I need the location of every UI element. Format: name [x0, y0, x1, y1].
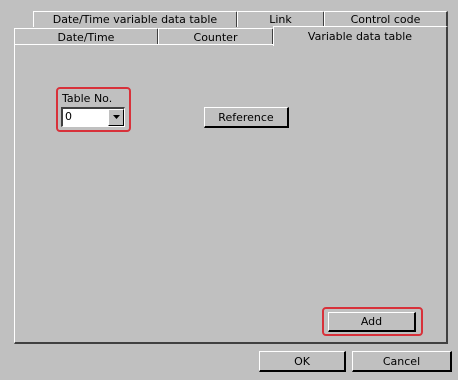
tab-label: Control code	[350, 13, 421, 26]
tab-label: Variable data table	[307, 30, 413, 43]
tab-label: Date/Time variable data table	[52, 13, 218, 26]
tab-date-time-variable-data-table[interactable]: Date/Time variable data table	[33, 11, 238, 27]
tab-counter[interactable]: Counter	[158, 28, 274, 45]
table-no-value: 0	[65, 110, 72, 123]
tab-link[interactable]: Link	[237, 11, 325, 27]
chevron-down-icon	[113, 115, 120, 119]
tab-label: Counter	[193, 30, 238, 44]
panel-divider	[14, 44, 273, 45]
cancel-button[interactable]: Cancel	[352, 351, 452, 372]
tab-control-code[interactable]: Control code	[324, 11, 448, 27]
tab-label: Date/Time	[57, 30, 115, 44]
chevron-down-icon[interactable]	[108, 109, 124, 126]
add-button[interactable]: Add	[328, 312, 416, 332]
tab-label: Link	[269, 13, 292, 26]
reference-button[interactable]: Reference	[204, 107, 289, 128]
ok-button[interactable]: OK	[259, 351, 346, 372]
table-no-combobox[interactable]: 0	[61, 107, 125, 127]
tab-date-time[interactable]: Date/Time	[14, 28, 159, 45]
table-no-label: Table No.	[62, 92, 113, 105]
tab-variable-data-table[interactable]: Variable data table	[273, 26, 448, 46]
